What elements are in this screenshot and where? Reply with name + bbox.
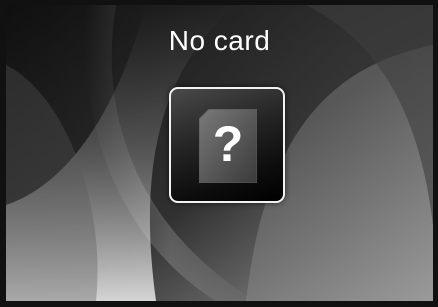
question-mark-glyph: ?: [212, 116, 244, 172]
screen-frame: No card ?: [0, 0, 438, 307]
status-title: No card: [168, 25, 271, 56]
no-card-tile: ?: [169, 87, 285, 203]
camera-display: No card ?: [6, 5, 433, 301]
